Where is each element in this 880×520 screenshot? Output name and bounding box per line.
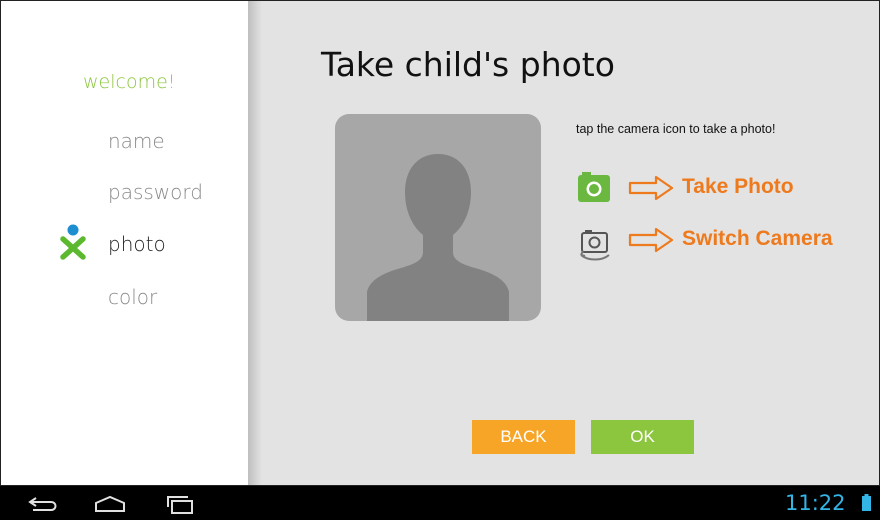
app-screen: welcome! name password photo color Take … xyxy=(0,0,880,486)
step-color[interactable]: color xyxy=(108,285,157,309)
arrow-right-icon xyxy=(628,227,674,253)
battery-icon xyxy=(862,494,871,511)
switch-camera-label: Switch Camera xyxy=(682,227,833,250)
back-icon[interactable] xyxy=(27,495,61,513)
instruction-text: tap the camera icon to take a photo! xyxy=(576,122,776,136)
step-password[interactable]: password xyxy=(108,180,203,204)
system-navigation-bar: 11:22 xyxy=(0,486,880,520)
recent-apps-icon[interactable] xyxy=(163,494,197,514)
person-silhouette-icon xyxy=(367,154,509,321)
xo-person-icon xyxy=(60,224,86,260)
arrow-right-icon xyxy=(628,175,674,201)
sidebar-shadow xyxy=(248,1,262,485)
page-title: Take child's photo xyxy=(321,45,615,84)
back-button[interactable]: BACK xyxy=(472,420,575,454)
clock: 11:22 xyxy=(785,491,846,515)
steps-sidebar: welcome! name password photo color xyxy=(1,1,248,485)
step-welcome[interactable]: welcome! xyxy=(83,71,175,93)
ok-button[interactable]: OK xyxy=(591,420,694,454)
home-icon[interactable] xyxy=(93,494,127,514)
step-photo[interactable]: photo xyxy=(108,232,166,256)
switch-camera-icon[interactable] xyxy=(578,225,612,263)
camera-icon[interactable] xyxy=(578,172,610,202)
take-photo-label: Take Photo xyxy=(682,175,794,198)
step-name[interactable]: name xyxy=(108,129,165,153)
photo-preview[interactable] xyxy=(335,114,541,321)
